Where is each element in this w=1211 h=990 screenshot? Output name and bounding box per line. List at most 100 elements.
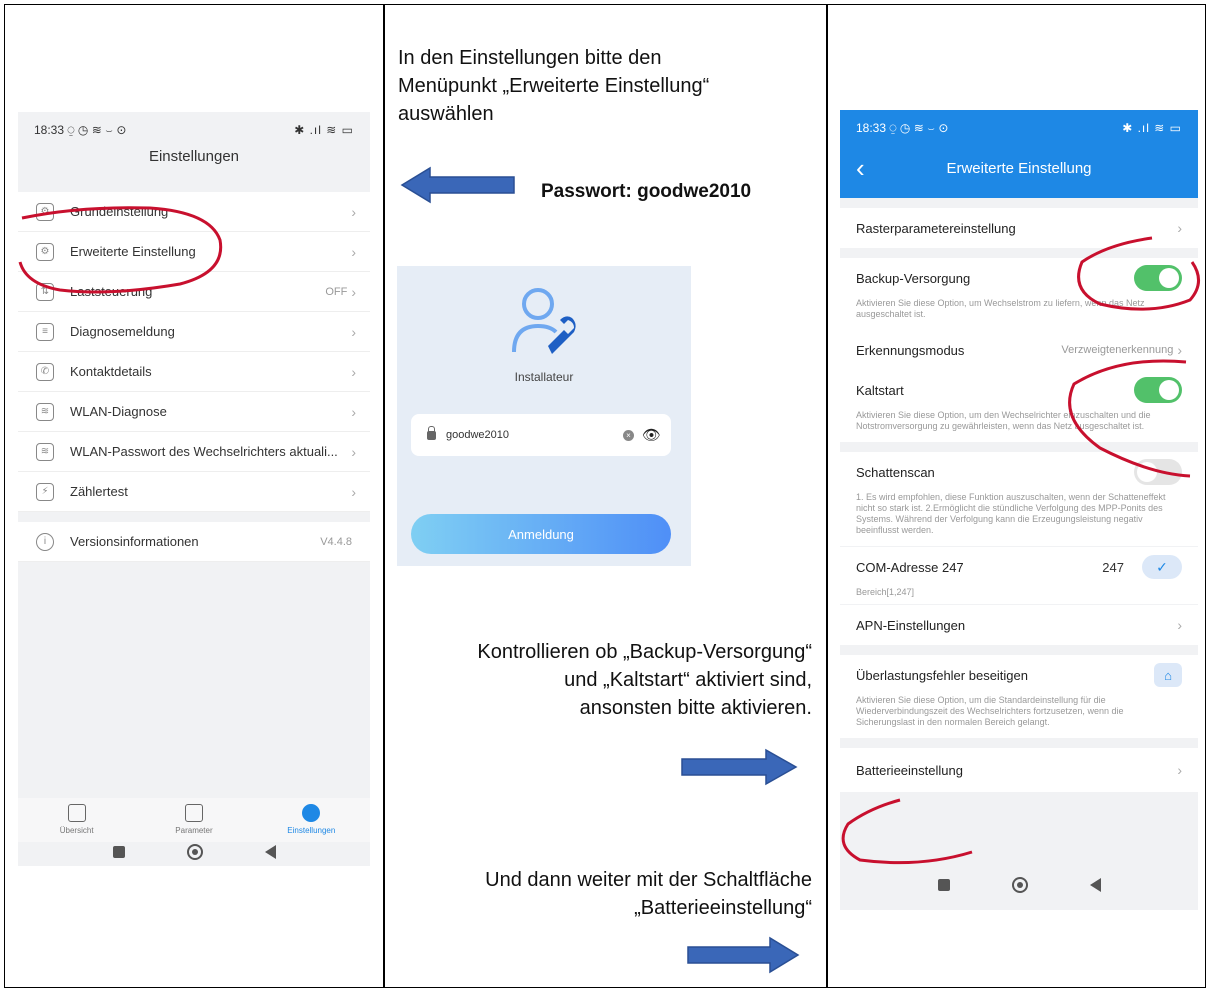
com-section: COM-Adresse 247 247 ✓ Bereich[1,247]: [840, 547, 1198, 604]
settings-item-label: Laststeuerung: [70, 284, 153, 299]
setting-label: Batterieeinstellung: [856, 762, 963, 778]
gear-icon: ⚙: [36, 202, 54, 221]
bottom-tab-bar: Übersicht Parameter Einstellungen: [18, 798, 370, 842]
status-right-icons: ✱ .ıl ≋ ▭: [294, 123, 354, 137]
status-bar: 18:33 ⍜ ◷ ≋ ⌣ ⊙ ✱ .ıl ≋ ▭: [18, 112, 370, 148]
column-divider: [826, 4, 828, 988]
android-nav-bar: [840, 870, 1198, 900]
settings-item-label: WLAN-Passwort des Wechselrichters aktual…: [70, 444, 338, 459]
schatten-section: Schattenscan 1. Es wird empfohlen, diese…: [840, 452, 1198, 546]
chevron-right-icon: ›: [1177, 342, 1182, 358]
confirm-check-icon[interactable]: ✓: [1142, 555, 1182, 579]
instruction-line: und „Kaltstart“ aktiviert sind,: [564, 669, 812, 691]
phone-advanced-settings-screen: 18:33 ⍜ ◷ ≋ ⌣ ⊙ ✱ .ıl ≋ ▭ ‹ Erweiterte E…: [840, 110, 1198, 910]
settings-list: ⚙ Grundeinstellung › ⚙ Erweiterte Einste…: [18, 192, 370, 512]
back-arrow-icon[interactable]: ‹: [856, 155, 916, 181]
home-button-icon[interactable]: [186, 844, 203, 860]
kaltstart-toggle[interactable]: [1134, 377, 1182, 403]
settings-item-label: Erweiterte Einstellung: [70, 244, 196, 259]
setting-label: Backup-Versorgung: [856, 270, 971, 286]
backup-toggle[interactable]: [1134, 265, 1182, 291]
chevron-right-icon: ›: [351, 483, 356, 500]
setting-label: COM-Adresse 247: [856, 559, 964, 575]
setting-raster[interactable]: Rasterparametereinstellung ›: [856, 208, 1182, 248]
com-range: Bereich[1,247]: [856, 587, 915, 597]
tab-einstellungen[interactable]: Einstellungen: [266, 804, 356, 835]
clear-icon[interactable]: ×: [622, 429, 634, 441]
reset-icon[interactable]: ⌂: [1154, 663, 1182, 687]
settings-item-kontaktdetails[interactable]: ✆ Kontaktdetails ›: [18, 352, 370, 392]
login-button[interactable]: Anmeldung: [411, 514, 671, 554]
arrow-left-icon: [400, 166, 515, 204]
instruction-line: Menüpunkt „Erweiterte Einstellung“: [398, 75, 710, 97]
setting-label: Schattenscan: [856, 464, 935, 480]
recent-apps-icon[interactable]: [937, 879, 950, 891]
settings-item-grundeinstellung[interactable]: ⚙ Grundeinstellung ›: [18, 192, 370, 232]
column-divider: [383, 4, 385, 988]
diagnosis-icon: ≡: [36, 322, 54, 341]
document-icon: [184, 804, 203, 822]
status-icons: ⍜ ◷ ≋ ⌣ ⊙: [889, 120, 949, 135]
instruction-step1: In den Einstellungen bitte den Menüpunkt…: [398, 44, 709, 128]
lock-icon: [427, 425, 436, 440]
installer-avatar-icon: [512, 288, 576, 354]
login-screen: Installateur goodwe2010 × 👁 Anmeldung: [397, 266, 691, 566]
home-button-icon[interactable]: [1011, 877, 1028, 893]
eye-icon[interactable]: 👁: [642, 426, 661, 444]
page-title: Einstellungen: [18, 148, 370, 180]
back-icon[interactable]: [264, 845, 276, 859]
setting-backup: Backup-Versorgung: [856, 258, 1182, 298]
settings-item-wlan-passwort[interactable]: ≋ WLAN-Passwort des Wechselrichters aktu…: [18, 432, 370, 472]
back-icon[interactable]: [1089, 878, 1101, 892]
tab-uebersicht[interactable]: Übersicht: [32, 804, 122, 835]
instruction-line: „Batterieeinstellung“: [634, 897, 812, 919]
version-section: i Versionsinformationen V4.4.8: [18, 522, 370, 562]
instruction-line: Kontrollieren ob „Backup-Versorgung“: [477, 641, 812, 663]
overload-section: Überlastungsfehler beseitigen ⌂ Aktivier…: [840, 655, 1198, 738]
status-time: 18:33: [856, 120, 887, 135]
settings-item-diagnosemeldung[interactable]: ≡ Diagnosemeldung ›: [18, 312, 370, 352]
setting-label: Erkennungsmodus: [856, 342, 965, 358]
title-bar: ‹ Erweiterte Einstellung: [840, 146, 1198, 190]
setting-batterieeinstellung[interactable]: Batterieeinstellung ›: [856, 748, 1182, 792]
settings-item-erweiterte-einstellung[interactable]: ⚙ Erweiterte Einstellung ›: [18, 232, 370, 272]
chevron-right-icon: ›: [1177, 220, 1182, 236]
arrow-right-icon: [687, 936, 800, 974]
phone-settings-screen: 18:33 ⍜ ◷ ≋ ⌣ ⊙ ✱ .ıl ≋ ▭ Einstellungen …: [18, 112, 370, 866]
settings-item-wlan-diagnose[interactable]: ≋ WLAN-Diagnose ›: [18, 392, 370, 432]
status-value: OFF: [325, 285, 348, 298]
setting-erkennungsmodus[interactable]: Erkennungsmodus Verzweigtenerkennung ›: [856, 330, 1182, 370]
schattenscan-toggle[interactable]: [1134, 459, 1182, 485]
settings-item-laststeuerung[interactable]: ⇅ Laststeuerung OFF ›: [18, 272, 370, 312]
dots-icon: [302, 804, 321, 822]
tab-label: Übersicht: [59, 826, 94, 835]
setting-label: Kaltstart: [856, 382, 904, 398]
setting-schattenscan: Schattenscan: [856, 452, 1182, 492]
raster-section: Rasterparametereinstellung ›: [840, 208, 1198, 248]
chevron-right-icon: ›: [351, 443, 356, 460]
status-bar: 18:33 ⍜ ◷ ≋ ⌣ ⊙ ✱ .ıl ≋ ▭: [840, 110, 1198, 146]
setting-label: Rasterparametereinstellung: [856, 220, 1016, 236]
setting-kaltstart: Kaltstart: [856, 370, 1182, 410]
setting-apn[interactable]: APN-Einstellungen ›: [856, 605, 1182, 645]
password-field[interactable]: goodwe2010 × 👁: [411, 414, 671, 456]
role-label: Installateur: [514, 370, 574, 384]
tab-parameter[interactable]: Parameter: [149, 804, 239, 835]
settings-item-label: WLAN-Diagnose: [70, 404, 167, 419]
password-hint: Passwort: goodwe2010: [541, 181, 752, 202]
wifi-lock-icon: ≋: [36, 442, 54, 461]
info-icon: i: [36, 532, 54, 551]
chevron-right-icon: ›: [1177, 617, 1182, 633]
settings-item-label: Grundeinstellung: [70, 204, 169, 219]
chevron-right-icon: ›: [351, 203, 356, 220]
instruction-step2: Kontrollieren ob „Backup-Versorgung“ und…: [400, 638, 812, 722]
settings-item-zaehlertest[interactable]: ⚡ Zählertest ›: [18, 472, 370, 512]
recent-apps-icon[interactable]: [112, 846, 125, 858]
com-address-input[interactable]: 247: [1094, 560, 1132, 575]
setting-description: Aktivieren Sie diese Option, um die Stan…: [856, 695, 1124, 727]
chevron-right-icon: ›: [351, 323, 356, 340]
apn-section: APN-Einstellungen ›: [840, 605, 1198, 645]
chevron-right-icon: ›: [351, 283, 356, 300]
setting-value: Verzweigtenerkennung: [1061, 344, 1174, 356]
settings-item-version[interactable]: i Versionsinformationen V4.4.8: [18, 522, 370, 562]
